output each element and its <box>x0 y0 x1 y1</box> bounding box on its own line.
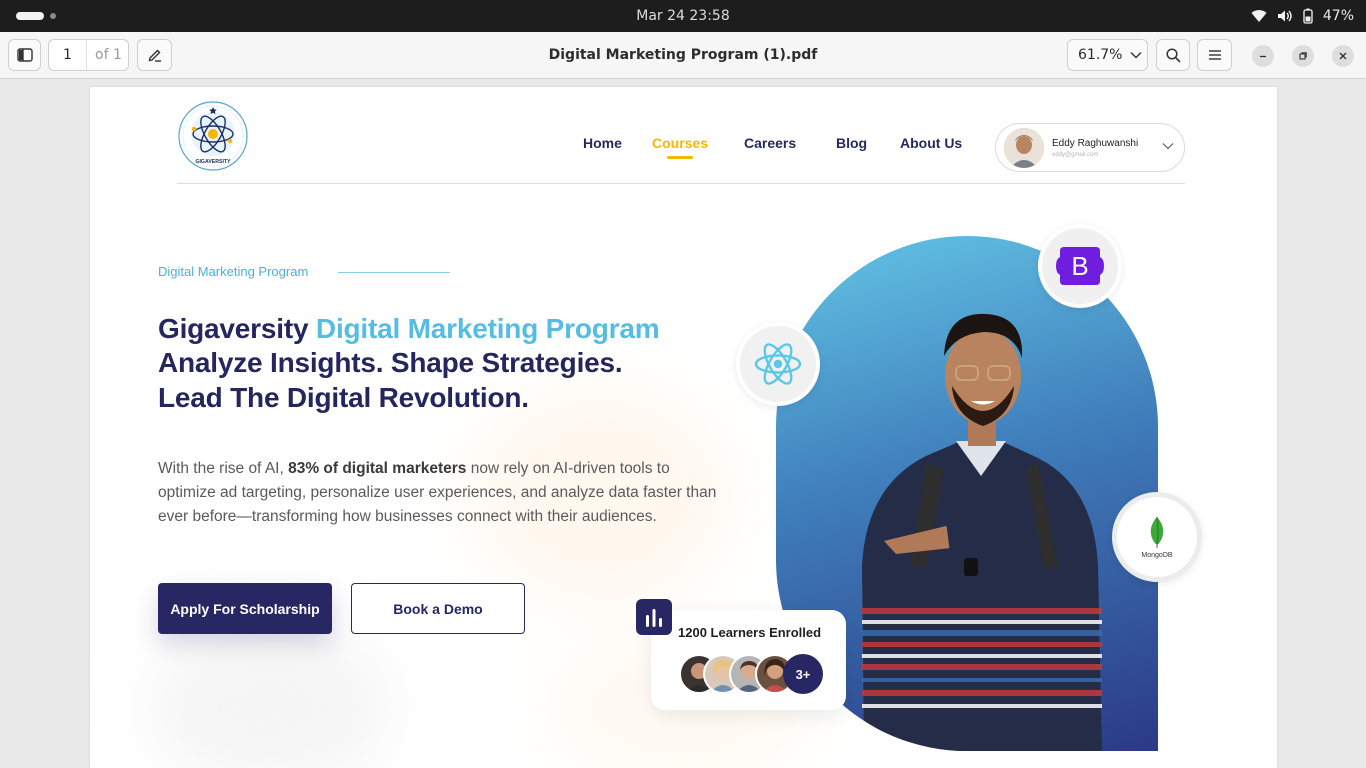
nav-careers[interactable]: Careers <box>744 135 796 151</box>
main-menu-button[interactable] <box>1197 39 1232 71</box>
zoom-dropdown[interactable]: 61.7% <box>1067 39 1148 71</box>
hero-description: With the rise of AI, 83% of digital mark… <box>158 457 718 529</box>
nav-courses[interactable]: Courses <box>652 135 708 151</box>
apply-scholarship-button[interactable]: Apply For Scholarship <box>158 583 332 634</box>
react-badge <box>736 322 820 406</box>
mongodb-badge: MongoDB <box>1112 492 1202 582</box>
pdf-page: GIGAVERSITY Home Courses Careers Blog Ab… <box>90 87 1277 768</box>
sidebar-toggle-button[interactable] <box>8 39 41 71</box>
close-icon <box>1339 52 1347 60</box>
more-learners-badge: 3+ <box>783 654 823 694</box>
nav-blog[interactable]: Blog <box>836 135 867 151</box>
document-viewer-header: 1 of 1 Digital Marketing Program (1).pdf… <box>0 32 1366 79</box>
nav-home[interactable]: Home <box>583 135 622 151</box>
page-total: of 1 <box>95 47 122 63</box>
bootstrap-badge: B <box>1038 224 1122 308</box>
search-icon <box>1165 47 1181 63</box>
background-glow <box>150 627 390 768</box>
description-intro: With the rise of AI, <box>158 460 289 477</box>
headline-brand: Gigaversity <box>158 313 309 344</box>
user-email: eddy@gmail.com <box>1052 152 1099 158</box>
gigaversity-logo[interactable]: GIGAVERSITY <box>178 101 248 171</box>
description-highlight: 83% of digital marketers <box>288 460 467 477</box>
program-eyebrow: Digital Marketing Program <box>158 264 309 279</box>
svg-text:B: B <box>1071 251 1088 281</box>
react-icon <box>754 343 802 385</box>
system-tray[interactable]: 47% <box>1251 0 1354 32</box>
bar-chart-icon <box>636 599 672 635</box>
zoom-level: 61.7% <box>1078 47 1123 63</box>
eyebrow-line <box>338 272 450 273</box>
nav-about-us[interactable]: About Us <box>900 135 962 151</box>
search-button[interactable] <box>1156 39 1190 71</box>
logo-wordmark: GIGAVERSITY <box>195 159 231 165</box>
minimize-icon <box>1260 55 1266 58</box>
system-clock[interactable]: Mar 24 23:58 <box>0 0 1366 32</box>
bootstrap-icon: B <box>1056 247 1104 285</box>
pen-icon <box>148 49 161 62</box>
hamburger-icon <box>1208 50 1221 60</box>
volume-icon <box>1277 10 1292 22</box>
page-number-input[interactable]: 1 <box>49 40 87 70</box>
system-top-bar: Mar 24 23:58 47% <box>0 0 1366 32</box>
mongodb-leaf-icon <box>1150 516 1164 548</box>
book-demo-button[interactable]: Book a Demo <box>351 583 525 634</box>
hero-headline-line-2: Analyze Insights. Shape Strategies. <box>158 347 623 378</box>
user-name: Eddy Raghuwanshi <box>1052 138 1139 149</box>
header-divider <box>177 183 1185 184</box>
sidebar-icon <box>16 48 33 62</box>
page-navigator[interactable]: 1 of 1 <box>48 39 129 71</box>
nav-active-indicator <box>667 156 693 159</box>
chevron-down-icon <box>1130 52 1142 59</box>
headline-accent: Digital Marketing Program <box>315 313 660 344</box>
user-profile-menu[interactable]: Eddy Raghuwanshi eddy@gmail.com <box>995 123 1185 172</box>
wifi-icon <box>1251 10 1267 22</box>
hero-headline-line-1: Gigaversity Digital Marketing Program <box>158 313 660 345</box>
restore-icon <box>1299 52 1307 60</box>
mongodb-label: MongoDB <box>1141 551 1173 559</box>
minimize-button[interactable] <box>1252 45 1274 67</box>
battery-icon <box>1303 8 1313 24</box>
enrolled-count: 1200 Learners Enrolled <box>678 625 822 640</box>
annotate-button[interactable] <box>137 39 172 71</box>
learners-enrolled-card: 1200 Learners Enrolled 3+ <box>651 610 846 710</box>
battery-percent: 47% <box>1322 8 1354 24</box>
close-button[interactable] <box>1332 45 1354 67</box>
hero-headline-line-3: Lead The Digital Revolution. <box>158 382 529 413</box>
chevron-down-icon <box>1162 143 1174 150</box>
document-canvas[interactable]: GIGAVERSITY Home Courses Careers Blog Ab… <box>0 79 1366 768</box>
restore-button[interactable] <box>1292 45 1314 67</box>
user-avatar <box>1004 128 1044 168</box>
